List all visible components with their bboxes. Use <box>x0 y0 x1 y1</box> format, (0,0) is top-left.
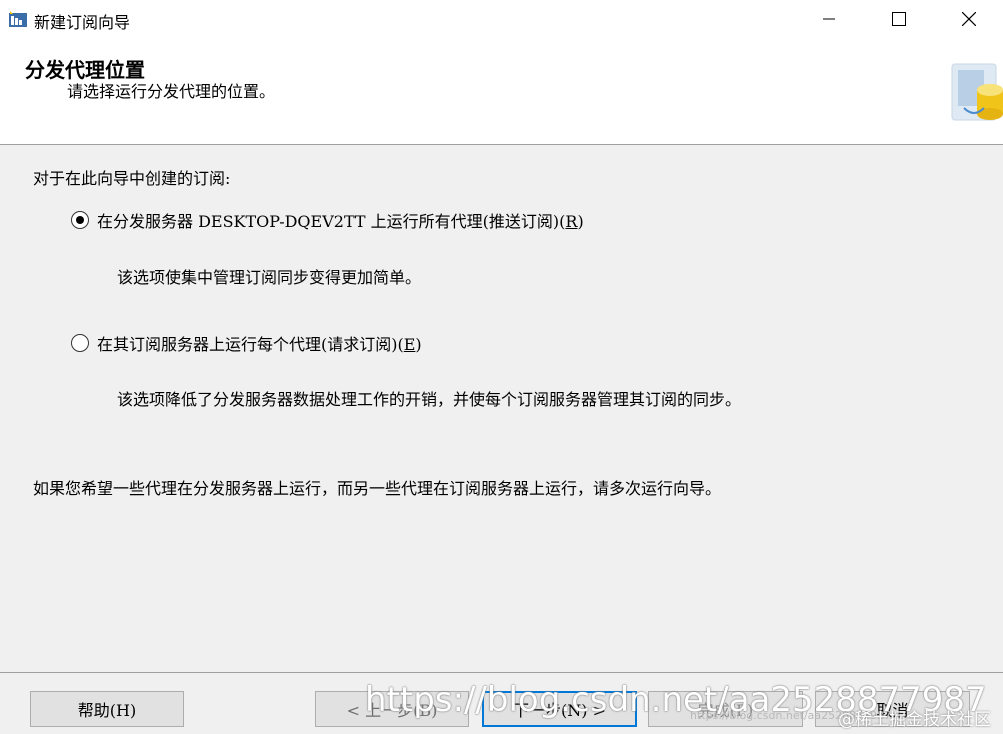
database-sync-icon <box>951 63 1003 121</box>
watermark-site: @稀土掘金技术社区 <box>838 710 991 730</box>
footer-divider <box>0 672 1003 673</box>
title-bar: 新建订阅向导 <box>0 0 1003 38</box>
wizard-app-icon <box>9 11 27 27</box>
minimize-icon <box>823 18 835 20</box>
push-option-description: 该选项使集中管理订阅同步变得更加简单。 <box>117 268 422 287</box>
subscription-prompt: 对于在此向导中创建的订阅: <box>33 169 231 188</box>
multi-run-note: 如果您希望一些代理在分发服务器上运行，而另一些代理在订阅服务器上运行，请多次运行… <box>33 479 722 498</box>
push-option-label: 在分发服务器 DESKTOP-DQEV2TT 上运行所有代理(推送订阅)(R) <box>97 212 584 231</box>
close-button[interactable] <box>946 0 992 38</box>
maximize-icon <box>892 12 906 26</box>
push-subscription-radio[interactable]: 在分发服务器 DESKTOP-DQEV2TT 上运行所有代理(推送订阅)(R) <box>71 208 584 232</box>
radio-checked[interactable] <box>71 211 89 229</box>
pull-option-description: 该选项降低了分发服务器数据处理工作的开销，并使每个订阅服务器管理其订阅的同步。 <box>117 390 742 409</box>
close-icon <box>962 12 976 26</box>
help-button[interactable]: 帮助(H) <box>30 691 184 727</box>
page-subtitle: 请选择运行分发代理的位置。 <box>67 82 276 101</box>
maximize-button[interactable] <box>876 0 922 38</box>
pull-subscription-radio[interactable]: 在其订阅服务器上运行每个代理(请求订阅)(E) <box>71 331 422 355</box>
pull-option-label: 在其订阅服务器上运行每个代理(请求订阅)(E) <box>97 335 422 354</box>
minimize-button[interactable] <box>806 0 852 38</box>
radio-unchecked[interactable] <box>71 334 89 352</box>
wizard-header: 分发代理位置 请选择运行分发代理的位置。 <box>0 38 1003 145</box>
window-title: 新建订阅向导 <box>34 13 131 32</box>
